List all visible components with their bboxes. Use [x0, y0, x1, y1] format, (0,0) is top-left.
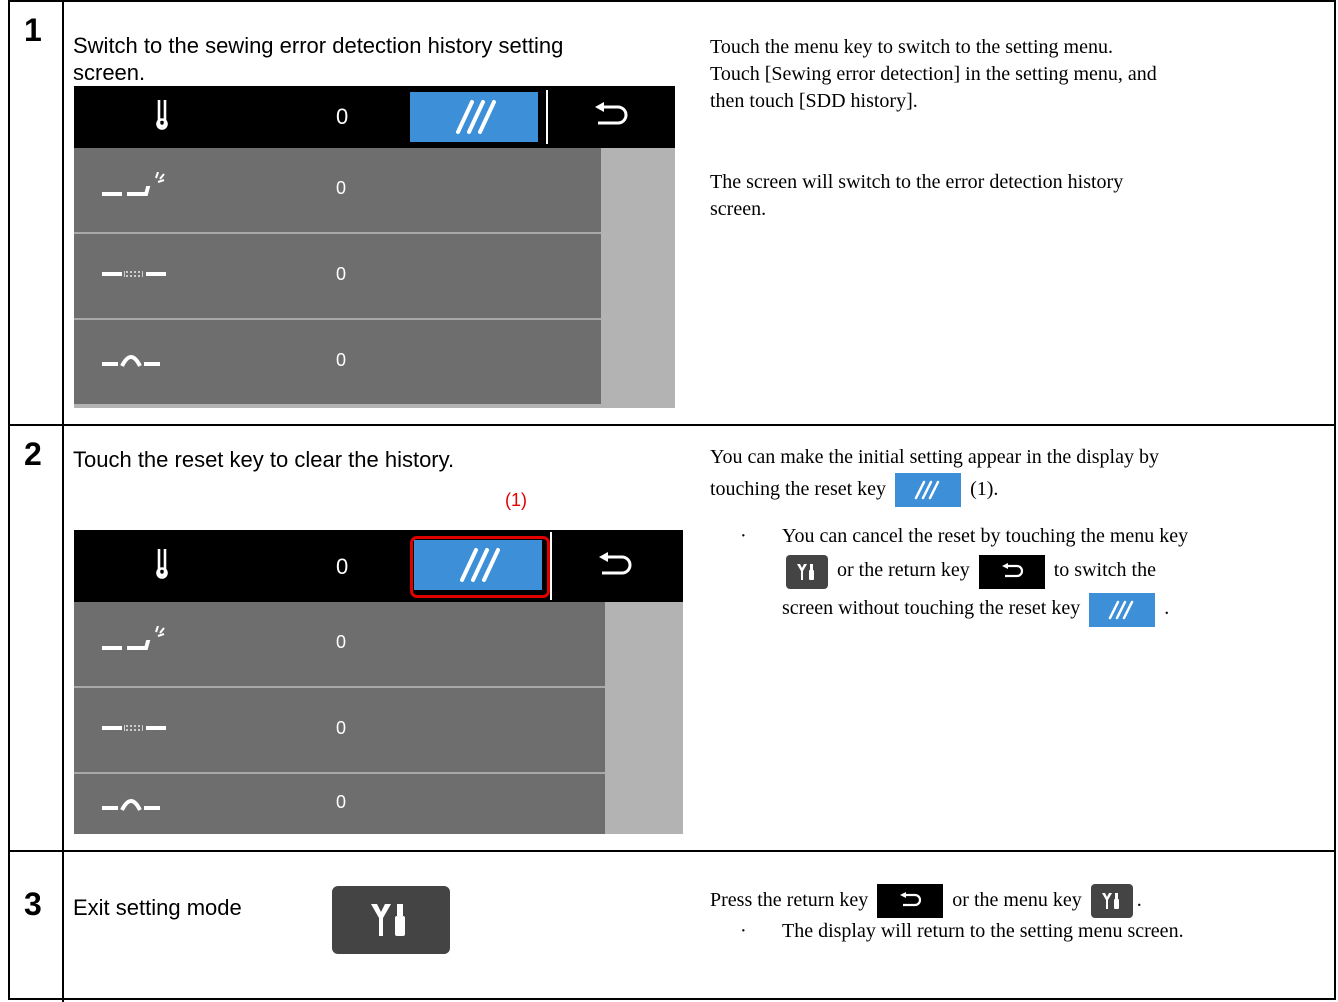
- description-text: or the menu key: [952, 889, 1082, 911]
- reset-button[interactable]: [410, 92, 538, 142]
- description-line: screen without touching the reset key .: [782, 590, 1338, 627]
- return-icon: [900, 892, 922, 907]
- list-item[interactable]: 0: [74, 320, 601, 404]
- history-value: 0: [336, 350, 347, 370]
- reset-key-inline: [1089, 592, 1156, 627]
- description-text: touching the reset key: [710, 478, 887, 500]
- needle-icon: [156, 99, 168, 138]
- step-number: 3: [24, 886, 42, 922]
- description-line: Touch [Sewing error detection] in the se…: [710, 63, 1157, 85]
- description-line: screen.: [710, 198, 767, 220]
- bullet-item: · The display will return to the setting…: [710, 918, 1338, 945]
- thread-break-icon: [102, 725, 166, 731]
- needle-icon: [156, 548, 168, 587]
- reset-key-inline: [895, 473, 962, 508]
- step-instruction: Switch to the sewing error detection his…: [73, 32, 563, 86]
- history-value: 0: [336, 718, 347, 738]
- step-row-2: 2 Touch the reset key to clear the histo…: [10, 426, 1334, 852]
- history-value: 0: [336, 178, 347, 198]
- loop-stitch-icon: [102, 355, 160, 367]
- step-number-cell: 2: [10, 426, 64, 850]
- sdd-history-screen: 0 0 0 0: [74, 86, 675, 408]
- instruction-line: Switch to the sewing error detection his…: [73, 33, 564, 58]
- description-line: Touch the menu key to switch to the sett…: [710, 36, 1113, 58]
- description-line: Press the return key or the menu key .: [710, 882, 1338, 919]
- step-number-cell: 1: [10, 2, 64, 424]
- description-line: or the return key to switch the: [782, 550, 1338, 590]
- menu-key-inline: [786, 554, 828, 589]
- return-icon: [1001, 562, 1023, 577]
- step-description: Touch the menu key to switch to the sett…: [710, 34, 1338, 223]
- thread-break-icon: [102, 271, 166, 277]
- step-instruction: Exit setting mode: [73, 895, 242, 920]
- instruction-table: 1 Switch to the sewing error detection h…: [8, 0, 1336, 1002]
- screen-top-bar: 0: [74, 530, 683, 602]
- step-row-3: 3 Exit setting mode Press the return key…: [10, 852, 1334, 1002]
- divider: [550, 532, 552, 600]
- step-number-cell: 3: [10, 852, 64, 1002]
- description-text: .: [1164, 597, 1170, 620]
- reset-icon: [914, 481, 940, 500]
- step-instruction: Touch the reset key to clear the history…: [73, 447, 455, 472]
- reset-key-highlight: [410, 536, 550, 598]
- description-text: screen without touching the reset key: [782, 597, 1081, 620]
- list-item[interactable]: 0: [74, 234, 601, 318]
- bullet-item: · You can cancel the reset by touching t…: [710, 523, 1338, 627]
- stitch-count: 0: [336, 104, 349, 129]
- skip-stitch-icon: [102, 626, 165, 650]
- description-text: to switch the: [1053, 559, 1156, 582]
- list-item[interactable]: 0: [74, 774, 605, 834]
- description-line: touching the reset key (1).: [710, 471, 1338, 508]
- description-text: or the return key: [837, 559, 970, 582]
- menu-icon: [797, 563, 814, 580]
- list-item[interactable]: 0: [74, 688, 605, 772]
- list-item[interactable]: 0: [74, 602, 605, 686]
- description-text: Press the return key: [710, 889, 869, 911]
- history-list: 0 0 0: [74, 602, 683, 834]
- description-line: You can cancel the reset by touching the…: [782, 525, 1189, 548]
- step-number: 2: [24, 436, 42, 472]
- return-icon[interactable]: [592, 102, 628, 135]
- loop-stitch-icon: [102, 799, 160, 811]
- bullet: ·: [740, 525, 747, 548]
- menu-key-inline: [1090, 884, 1133, 919]
- step-row-1: 1 Switch to the sewing error detection h…: [10, 2, 1334, 426]
- step-description: You can make the initial setting appear …: [710, 444, 1338, 627]
- bullet: ·: [740, 920, 747, 943]
- sdd-history-screen: 0 0 0 0: [74, 530, 683, 834]
- menu-key[interactable]: [332, 886, 450, 954]
- return-icon[interactable]: [596, 552, 632, 585]
- step-number: 1: [24, 12, 42, 48]
- description-text: .: [1136, 889, 1142, 911]
- history-value: 0: [336, 264, 347, 284]
- reset-icon: [1109, 600, 1134, 620]
- history-value: 0: [336, 632, 347, 652]
- instruction-line: screen.: [73, 60, 146, 85]
- callout-label: (1): [505, 490, 527, 510]
- step-description: Press the return key or the menu key . ·…: [710, 882, 1338, 945]
- screen-top-bar: 0: [74, 86, 675, 148]
- skip-stitch-icon: [102, 172, 165, 196]
- description-line: The display will return to the setting m…: [782, 920, 1184, 943]
- return-key-inline: [978, 554, 1045, 589]
- list-item[interactable]: 0: [74, 148, 601, 232]
- description-line: then touch [SDD history].: [710, 90, 918, 112]
- history-value: 0: [336, 792, 347, 812]
- history-list: 0 0 0: [74, 148, 675, 408]
- divider: [546, 90, 548, 144]
- description-text: (1).: [970, 478, 999, 500]
- menu-icon: [1101, 893, 1119, 910]
- description-line: The screen will switch to the error dete…: [710, 171, 1124, 193]
- return-key-inline: [877, 884, 944, 919]
- stitch-count: 0: [336, 554, 349, 579]
- menu-icon: [371, 904, 405, 936]
- description-line: You can make the initial setting appear …: [710, 446, 1159, 468]
